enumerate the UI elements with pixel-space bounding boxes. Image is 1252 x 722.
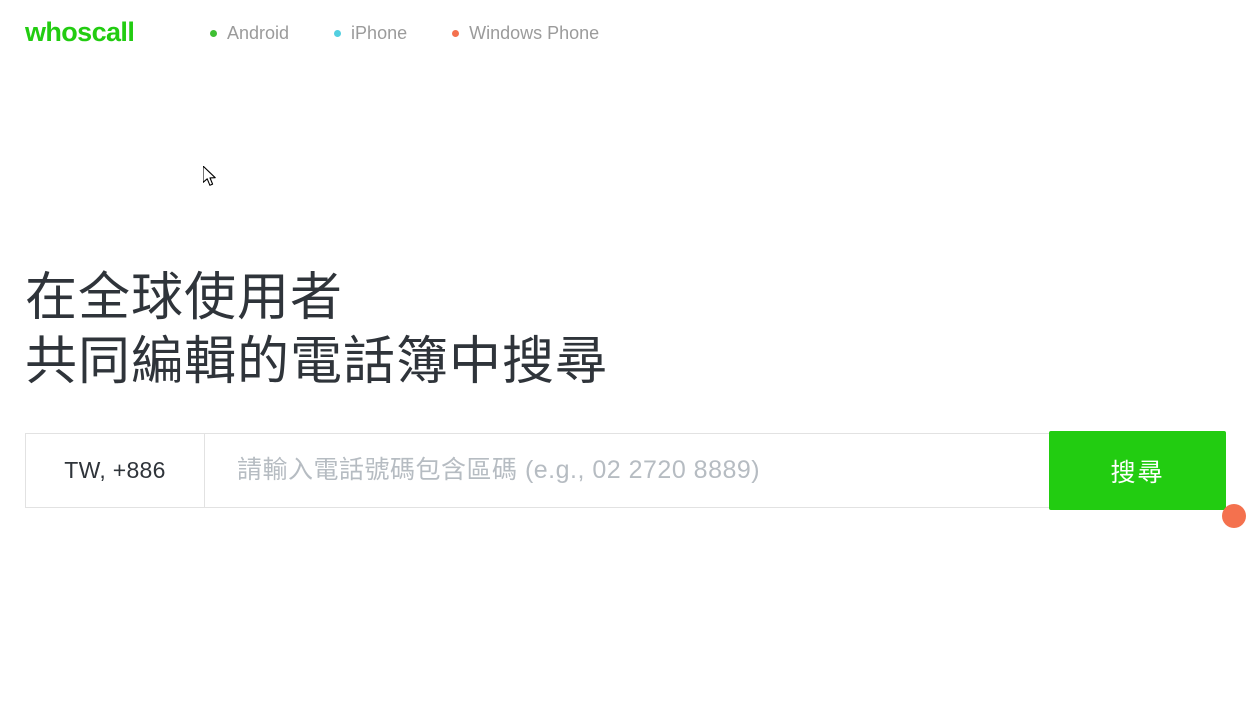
page-title: 在全球使用者 共同編輯的電話簿中搜尋 bbox=[25, 266, 608, 394]
bullet-dot-icon bbox=[334, 29, 342, 37]
platform-nav: Android iPhone Windows Phone bbox=[210, 21, 599, 45]
bullet-dot-icon bbox=[210, 29, 217, 37]
site-header: whoscall Android iPhone Windows Phone bbox=[0, 0, 1252, 66]
nav-item-label: Windows Phone bbox=[469, 23, 600, 43]
nav-item-android[interactable]: Android bbox=[210, 21, 289, 45]
nav-item-windows-phone[interactable]: Windows Phone bbox=[452, 21, 599, 45]
nav-item-label: Android bbox=[227, 23, 290, 43]
mouse-cursor bbox=[203, 166, 216, 186]
phone-search-bar: TW, +886 搜尋 bbox=[25, 431, 1226, 510]
search-button[interactable]: 搜尋 bbox=[1049, 431, 1226, 510]
bullet-dot-icon bbox=[452, 29, 460, 37]
country-code-label: TW, +886 bbox=[64, 457, 166, 483]
nav-item-iphone[interactable]: iPhone bbox=[334, 21, 407, 45]
nav-item-label: iPhone bbox=[351, 23, 408, 43]
corner-badge[interactable] bbox=[1222, 504, 1246, 528]
whoscall-logo[interactable]: whoscall bbox=[25, 19, 135, 46]
page-title-line-1: 在全球使用者 bbox=[25, 269, 344, 327]
page-title-line-2: 共同編輯的電話簿中搜尋 bbox=[25, 333, 609, 391]
country-code-select[interactable]: TW, +886 bbox=[25, 433, 204, 508]
